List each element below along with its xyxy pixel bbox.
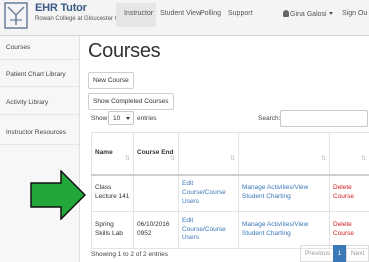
sort-icon: ⇅ — [124, 156, 130, 162]
edit-course-link[interactable]: Edit Course/Course Users — [182, 217, 226, 242]
show-completed-courses-button[interactable]: Show Completed Courses — [88, 93, 174, 110]
edit-course-link[interactable]: Edit Course/Course Users — [182, 180, 226, 205]
sign-out-link[interactable]: Sign Ou — [342, 10, 367, 17]
sort-icon: ⇅ — [320, 156, 326, 162]
green-arrow-icon — [30, 170, 86, 220]
ehr-logo-icon — [4, 2, 28, 29]
course-end-cell: 06/10/2016 0952 — [133, 211, 179, 249]
table-row: Class Lecture 141 Edit Course/Course Use… — [91, 174, 369, 212]
delete-course-link[interactable]: Delete Course — [333, 221, 354, 237]
sidebar-item-courses[interactable]: Courses — [0, 38, 80, 60]
sidebar-item-patient-chart-library[interactable]: Patient Chart Library — [0, 65, 80, 87]
search-input[interactable] — [280, 110, 368, 127]
app-title[interactable]: EHR Tutor — [35, 2, 87, 14]
table-info: Showing 1 to 2 of 2 entries — [91, 251, 168, 258]
nav-student-view[interactable]: Student View — [160, 10, 201, 17]
nav-support[interactable]: Support — [228, 10, 253, 17]
pagination-page-1[interactable]: 1 — [333, 245, 346, 262]
nav-polling[interactable]: Polling — [200, 10, 221, 17]
chevron-down-icon — [328, 12, 333, 15]
search-label: Search: — [258, 115, 281, 122]
table-row: Spring Skills Lab 06/10/2016 0952 Edit C… — [91, 211, 369, 249]
user-name: Gina Galosi — [290, 11, 327, 18]
column-header-name[interactable]: Name ⇅ — [91, 132, 134, 176]
pagination-next[interactable]: Next — [346, 245, 369, 262]
sort-icon: ⇅ — [169, 156, 175, 162]
sidebar-item-activity-library[interactable]: Activity Library — [0, 93, 80, 115]
table-header-row: Name ⇅ Course End ⇅ ⇅ ⇅ ⇅ — [91, 132, 369, 176]
user-menu[interactable]: Gina Galosi — [283, 10, 333, 18]
delete-course-link[interactable]: Delete Course — [333, 184, 354, 200]
chevron-down-icon — [126, 117, 130, 120]
user-icon — [283, 10, 289, 17]
courses-table: Name ⇅ Course End ⇅ ⇅ ⇅ ⇅ Class Lecture 14… — [91, 132, 369, 249]
new-course-button[interactable]: New Course — [88, 72, 134, 89]
column-header-manage[interactable]: ⇅ — [238, 132, 330, 176]
entries-select[interactable]: 10 — [108, 111, 134, 125]
page-title: Courses — [88, 40, 161, 62]
sort-icon: ⇅ — [360, 156, 366, 162]
sidebar: Courses Patient Chart Library Activity L… — [0, 36, 80, 262]
show-label: Show — [91, 115, 108, 122]
column-header-edit[interactable]: ⇅ — [178, 132, 239, 176]
top-navbar: EHR Tutor Rowan College at Gloucester Co… — [0, 0, 369, 36]
course-end-cell — [133, 174, 179, 212]
pagination-previous[interactable]: Previous — [300, 245, 336, 262]
course-name-cell: Spring Skills Lab — [91, 211, 134, 249]
column-header-delete[interactable]: ⇅ — [329, 132, 369, 176]
manage-activities-link[interactable]: Manage Activities/View Student Charting — [242, 221, 308, 237]
sidebar-item-instructor-resources[interactable]: Instructor Resources — [0, 123, 80, 145]
course-name-cell: Class Lecture 141 — [91, 174, 134, 212]
manage-activities-link[interactable]: Manage Activities/View Student Charting — [242, 184, 308, 200]
entries-label: entries — [137, 115, 157, 122]
sort-icon: ⇅ — [229, 156, 235, 162]
nav-instructor[interactable]: Instructor — [124, 10, 153, 17]
column-header-course-end[interactable]: Course End ⇅ — [133, 132, 179, 176]
entries-select-value: 10 — [113, 115, 121, 122]
